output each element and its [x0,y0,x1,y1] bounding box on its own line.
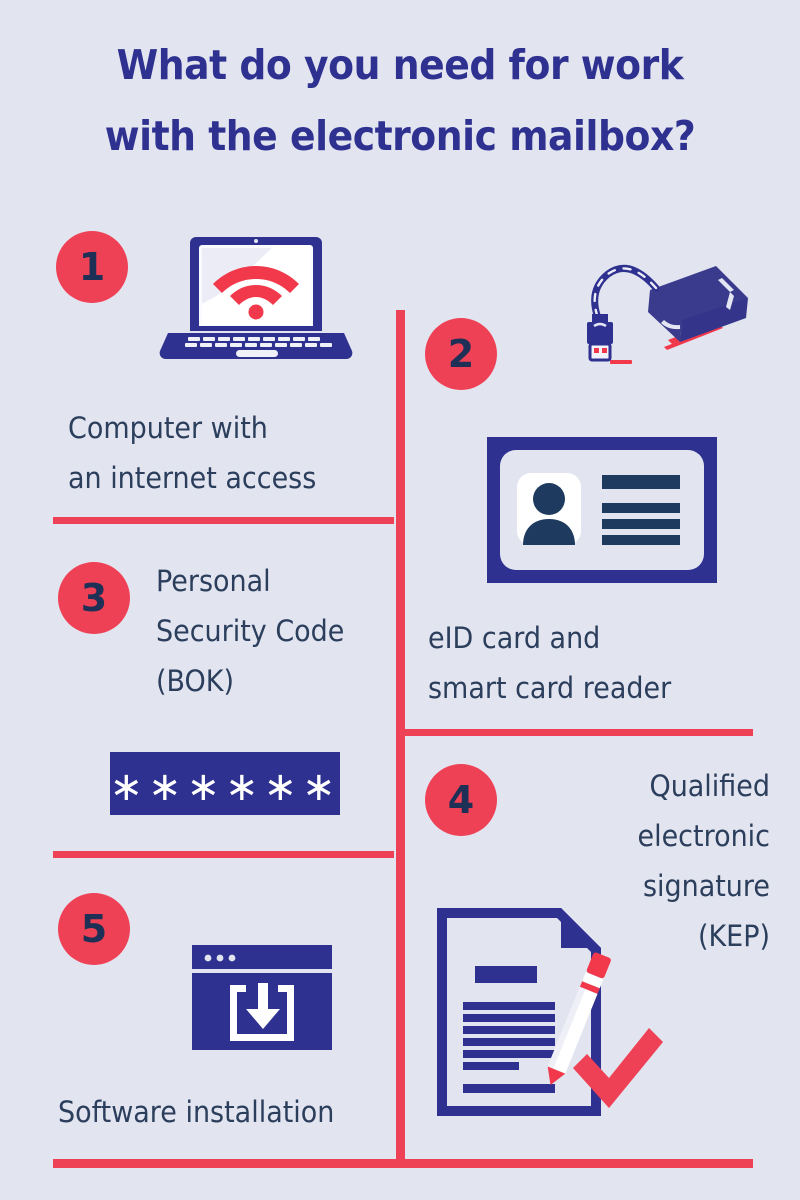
vertical-divider-upper [396,310,405,735]
laptop-wifi-icon [158,233,354,363]
page-title: What do you need for work with the elect… [104,41,696,160]
signed-document-icon [437,908,667,1120]
step-badge-3: 3 [58,562,130,634]
step-badge-5: 5 [58,893,130,965]
id-card-icon [487,437,717,583]
divider-bottom [53,1159,753,1168]
divider-left-lower [53,851,394,858]
step-badge-2: 2 [425,318,497,390]
password-field-icon: ∗∗∗∗∗∗ [109,752,340,815]
password-mask-text: ∗∗∗∗∗∗ [109,752,340,815]
infographic-poster: What do you need for work with the elect… [0,0,800,1200]
step-caption-1: Computer with an internet access [68,411,317,495]
step-badge-4: 4 [425,764,497,836]
step-caption-5: Software installation [58,1095,335,1129]
step-caption-2: eID card and smart card reader [428,621,672,705]
step-badge-1: 1 [56,231,128,303]
divider-left-upper [53,517,394,524]
browser-download-icon [192,945,332,1050]
step-caption-3: Personal Security Code (BOK) [156,564,345,698]
usb-card-reader-icon [572,248,752,376]
vertical-divider-lower [396,735,405,1160]
divider-right [396,729,753,736]
